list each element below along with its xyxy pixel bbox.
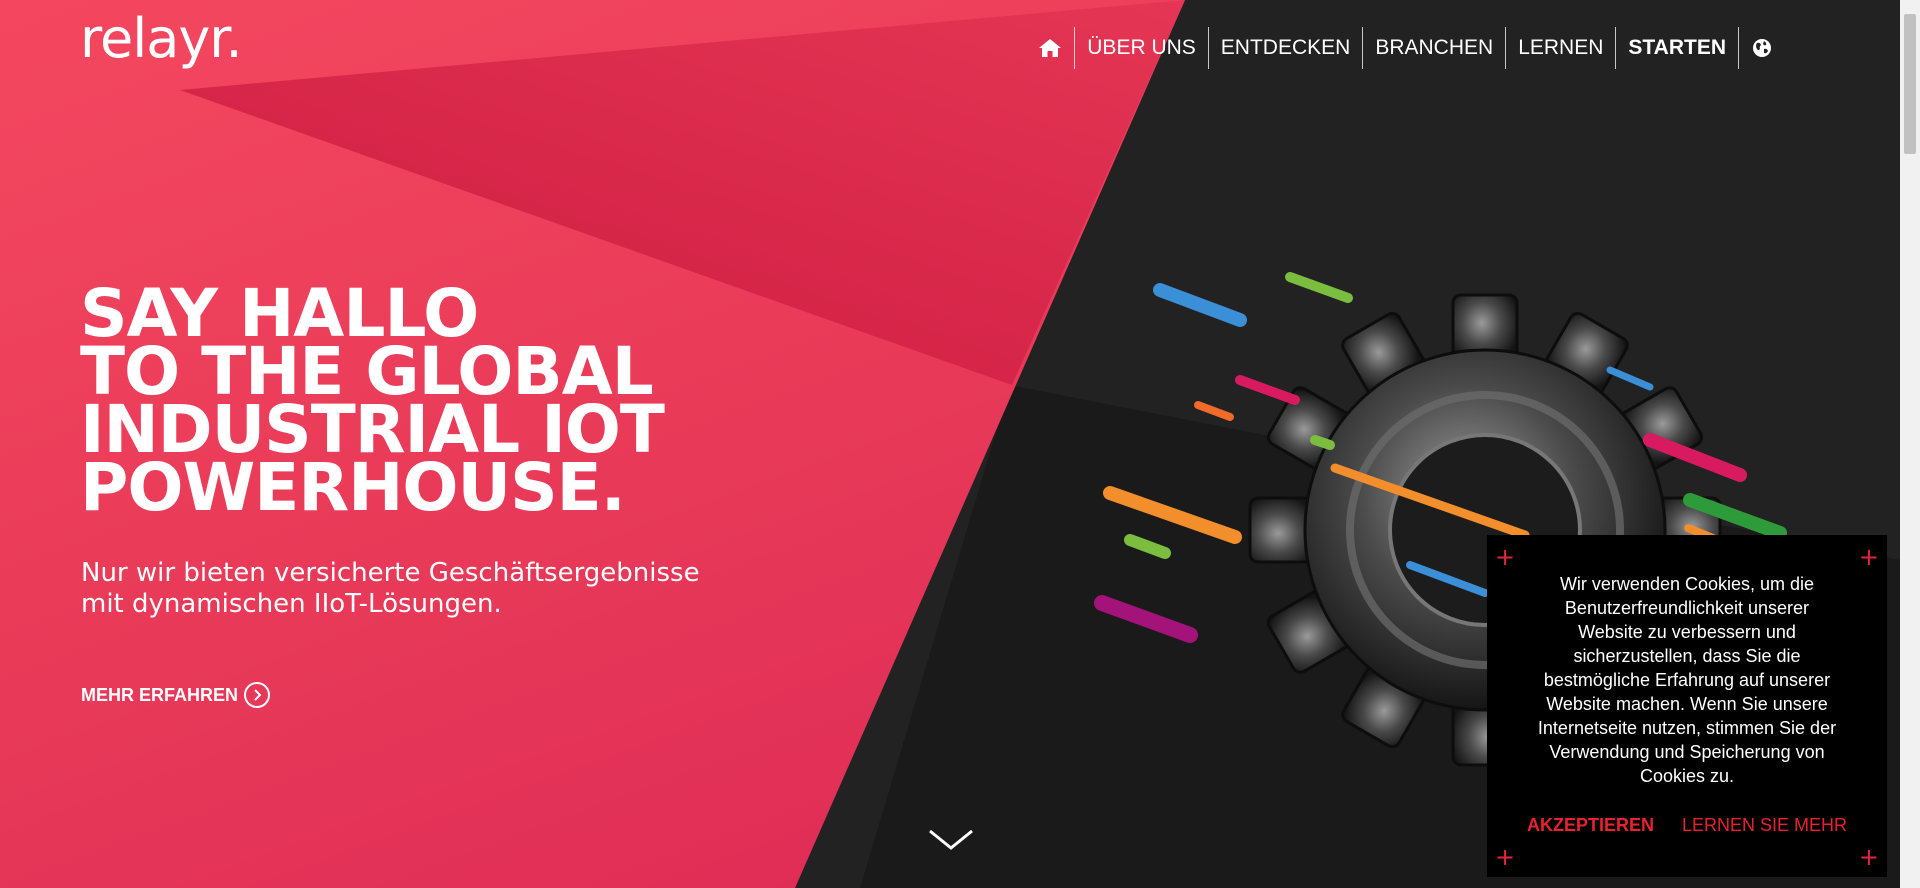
subline-line: mit dynamischen IIoT-Lösungen.	[81, 589, 502, 619]
nav-home[interactable]	[1026, 27, 1074, 69]
corner-plus-icon: +	[1495, 843, 1516, 871]
corner-plus-icon: +	[1858, 543, 1879, 571]
hero-headline: SAY HALLO TO THE GLOBAL INDUSTRIAL IOT P…	[80, 281, 665, 526]
scroll-down-button[interactable]	[928, 828, 974, 856]
corner-plus-icon: +	[1495, 543, 1516, 571]
nav-language[interactable]	[1738, 27, 1785, 69]
nav-item-entdecken[interactable]: ENTDECKEN	[1207, 27, 1363, 69]
cookie-message: Wir verwenden Cookies, um die Benutzerfr…	[1537, 574, 1837, 786]
subline-line: Nur wir bieten versicherte Geschäftserge…	[81, 558, 700, 588]
cookie-banner: + + + + Wir verwenden Cookies, um die Be…	[1487, 535, 1887, 877]
globe-icon	[1753, 39, 1771, 57]
hero-subline: Nur wir bieten versicherte Geschäftserge…	[81, 558, 700, 620]
nav-item-branchen[interactable]: BRANCHEN	[1362, 27, 1505, 69]
page-scrollbar[interactable]	[1900, 0, 1920, 888]
logo[interactable]: relayr.	[80, 12, 243, 66]
nav-item-ueber-uns[interactable]: ÜBER UNS	[1074, 27, 1208, 69]
nav-item-lernen[interactable]: LERNEN	[1505, 27, 1615, 69]
cookie-actions: AKZEPTIEREN LERNEN SIE MEHR	[1487, 815, 1887, 836]
accept-cookies-button[interactable]: AKZEPTIEREN	[1527, 815, 1654, 836]
headline-line: POWERHOUSE.	[80, 449, 626, 526]
chevron-right-circle-icon	[244, 682, 271, 708]
main-nav: ÜBER UNS ENTDECKEN BRANCHEN LERNEN START…	[1026, 26, 1785, 70]
home-icon	[1039, 39, 1062, 57]
page-viewport: relayr. ÜBER UNS ENTDECKEN BRANCHEN LERN…	[0, 0, 1900, 888]
learn-more-link[interactable]: LERNEN SIE MEHR	[1682, 815, 1847, 836]
scrollbar-thumb[interactable]	[1904, 14, 1916, 154]
mehr-erfahren-link[interactable]: MEHR ERFAHREN	[81, 682, 271, 708]
corner-plus-icon: +	[1858, 843, 1879, 871]
nav-item-starten[interactable]: STARTEN	[1615, 27, 1738, 69]
chevron-down-icon	[929, 829, 973, 850]
cta-label: MEHR ERFAHREN	[81, 684, 239, 705]
